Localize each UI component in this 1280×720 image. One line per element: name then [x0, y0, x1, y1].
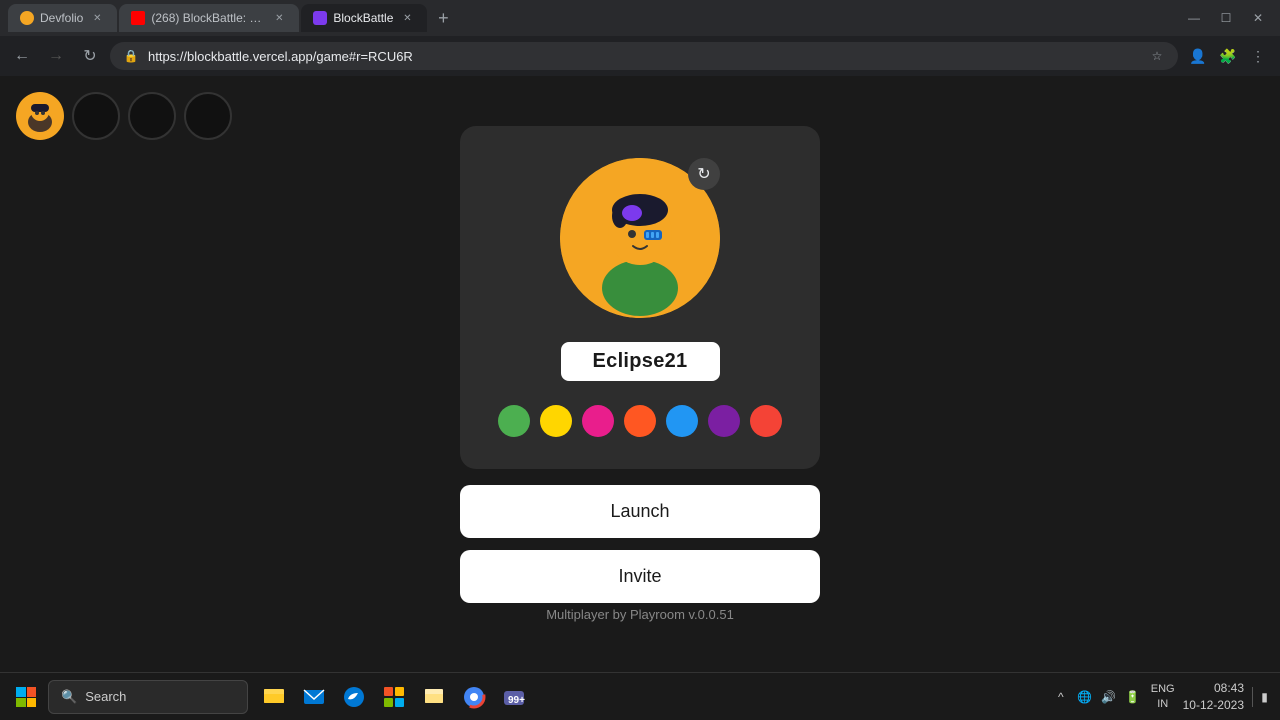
extensions-icon[interactable]: 🧩 — [1214, 42, 1242, 70]
taskbar-apps: 99+ — [256, 679, 532, 715]
avatar-slot-1[interactable] — [72, 92, 120, 140]
system-tray: ^ 🌐 🔊 🔋 — [1051, 687, 1143, 707]
color-swatch-blue[interactable] — [666, 405, 698, 437]
close-button[interactable]: ✕ — [1244, 4, 1272, 32]
battery-icon[interactable]: 🔋 — [1123, 687, 1143, 707]
chevron-up-icon[interactable]: ^ — [1051, 687, 1071, 707]
action-buttons: Launch Invite — [460, 485, 820, 603]
forward-button[interactable]: → — [42, 42, 70, 70]
page-content: ↻ Eclipse21 Launch Invite Multiplayer by… — [0, 76, 1280, 672]
color-swatch-purple[interactable] — [708, 405, 740, 437]
start-button[interactable] — [8, 679, 44, 715]
search-icon: 🔍 — [61, 689, 77, 705]
toolbar-icons: 👤 🧩 ⋮ — [1184, 42, 1272, 70]
invite-button[interactable]: Invite — [460, 550, 820, 603]
maximize-button[interactable]: ☐ — [1212, 4, 1240, 32]
avatar-slot-3[interactable] — [184, 92, 232, 140]
color-swatches — [498, 405, 782, 437]
taskbar-app-edge[interactable] — [336, 679, 372, 715]
taskbar-app-explorer[interactable] — [416, 679, 452, 715]
taskbar-app-files[interactable] — [256, 679, 292, 715]
tab-devfolio[interactable]: Devfolio ✕ — [8, 4, 117, 32]
footer-text: Multiplayer by Playroom v.0.0.51 — [546, 607, 734, 622]
svg-text:99+: 99+ — [508, 695, 525, 706]
avatar-section: ↻ — [560, 158, 720, 318]
address-bar[interactable]: 🔒 https://blockbattle.vercel.app/game#r=… — [110, 42, 1178, 70]
taskbar-app-teams[interactable]: 99+ — [496, 679, 532, 715]
color-swatch-pink[interactable] — [582, 405, 614, 437]
language-indicator[interactable]: ENG IN — [1151, 682, 1175, 711]
profile-icon[interactable]: 👤 — [1184, 42, 1212, 70]
volume-icon[interactable]: 🔊 — [1099, 687, 1119, 707]
tab-blockbattle[interactable]: BlockBattle ✕ — [301, 4, 427, 32]
reload-button[interactable]: ↻ — [76, 42, 104, 70]
back-button[interactable]: ← — [8, 42, 36, 70]
taskbar-app-store[interactable] — [376, 679, 412, 715]
taskbar-app-mail[interactable] — [296, 679, 332, 715]
taskbar-right: ^ 🌐 🔊 🔋 ENG IN 08:43 10-12-2023 ▮ — [1051, 680, 1272, 714]
tab-close-bb[interactable]: ✕ — [399, 10, 415, 26]
username-badge: Eclipse21 — [561, 342, 720, 381]
game-card: ↻ Eclipse21 — [460, 126, 820, 469]
avatar-slot-2[interactable] — [128, 92, 176, 140]
tab-yt-blockbattle[interactable]: (268) BlockBattle: Next-Gen On... ✕ — [119, 4, 299, 32]
tab-close-devfolio[interactable]: ✕ — [89, 10, 105, 26]
network-icon[interactable]: 🌐 — [1075, 687, 1095, 707]
tab-bar: Devfolio ✕ (268) BlockBattle: Next-Gen O… — [0, 0, 1280, 36]
taskbar-search[interactable]: 🔍 Search — [48, 680, 248, 714]
browser-chrome: Devfolio ✕ (268) BlockBattle: Next-Gen O… — [0, 0, 1280, 76]
top-avatars — [16, 92, 232, 140]
taskbar-clock[interactable]: 08:43 10-12-2023 — [1183, 680, 1244, 714]
launch-button[interactable]: Launch — [460, 485, 820, 538]
address-bar-row: ← → ↻ 🔒 https://blockbattle.vercel.app/g… — [0, 36, 1280, 76]
bookmark-icon[interactable]: ☆ — [1148, 47, 1166, 65]
color-swatch-yellow[interactable] — [540, 405, 572, 437]
tab-close-yt[interactable]: ✕ — [271, 10, 287, 26]
show-desktop-button[interactable]: ▮ — [1252, 687, 1272, 707]
menu-icon[interactable]: ⋮ — [1244, 42, 1272, 70]
color-swatch-orange[interactable] — [624, 405, 656, 437]
minimize-button[interactable]: — — [1180, 4, 1208, 32]
window-controls: — ☐ ✕ — [1180, 4, 1272, 32]
avatar-main[interactable] — [16, 92, 64, 140]
color-swatch-red[interactable] — [750, 405, 782, 437]
new-tab-button[interactable]: + — [429, 4, 457, 32]
color-swatch-green[interactable] — [498, 405, 530, 437]
lock-icon: 🔒 — [122, 47, 140, 65]
taskbar-app-chrome[interactable] — [456, 679, 492, 715]
taskbar: 🔍 Search — [0, 672, 1280, 720]
refresh-avatar-button[interactable]: ↻ — [688, 158, 720, 190]
